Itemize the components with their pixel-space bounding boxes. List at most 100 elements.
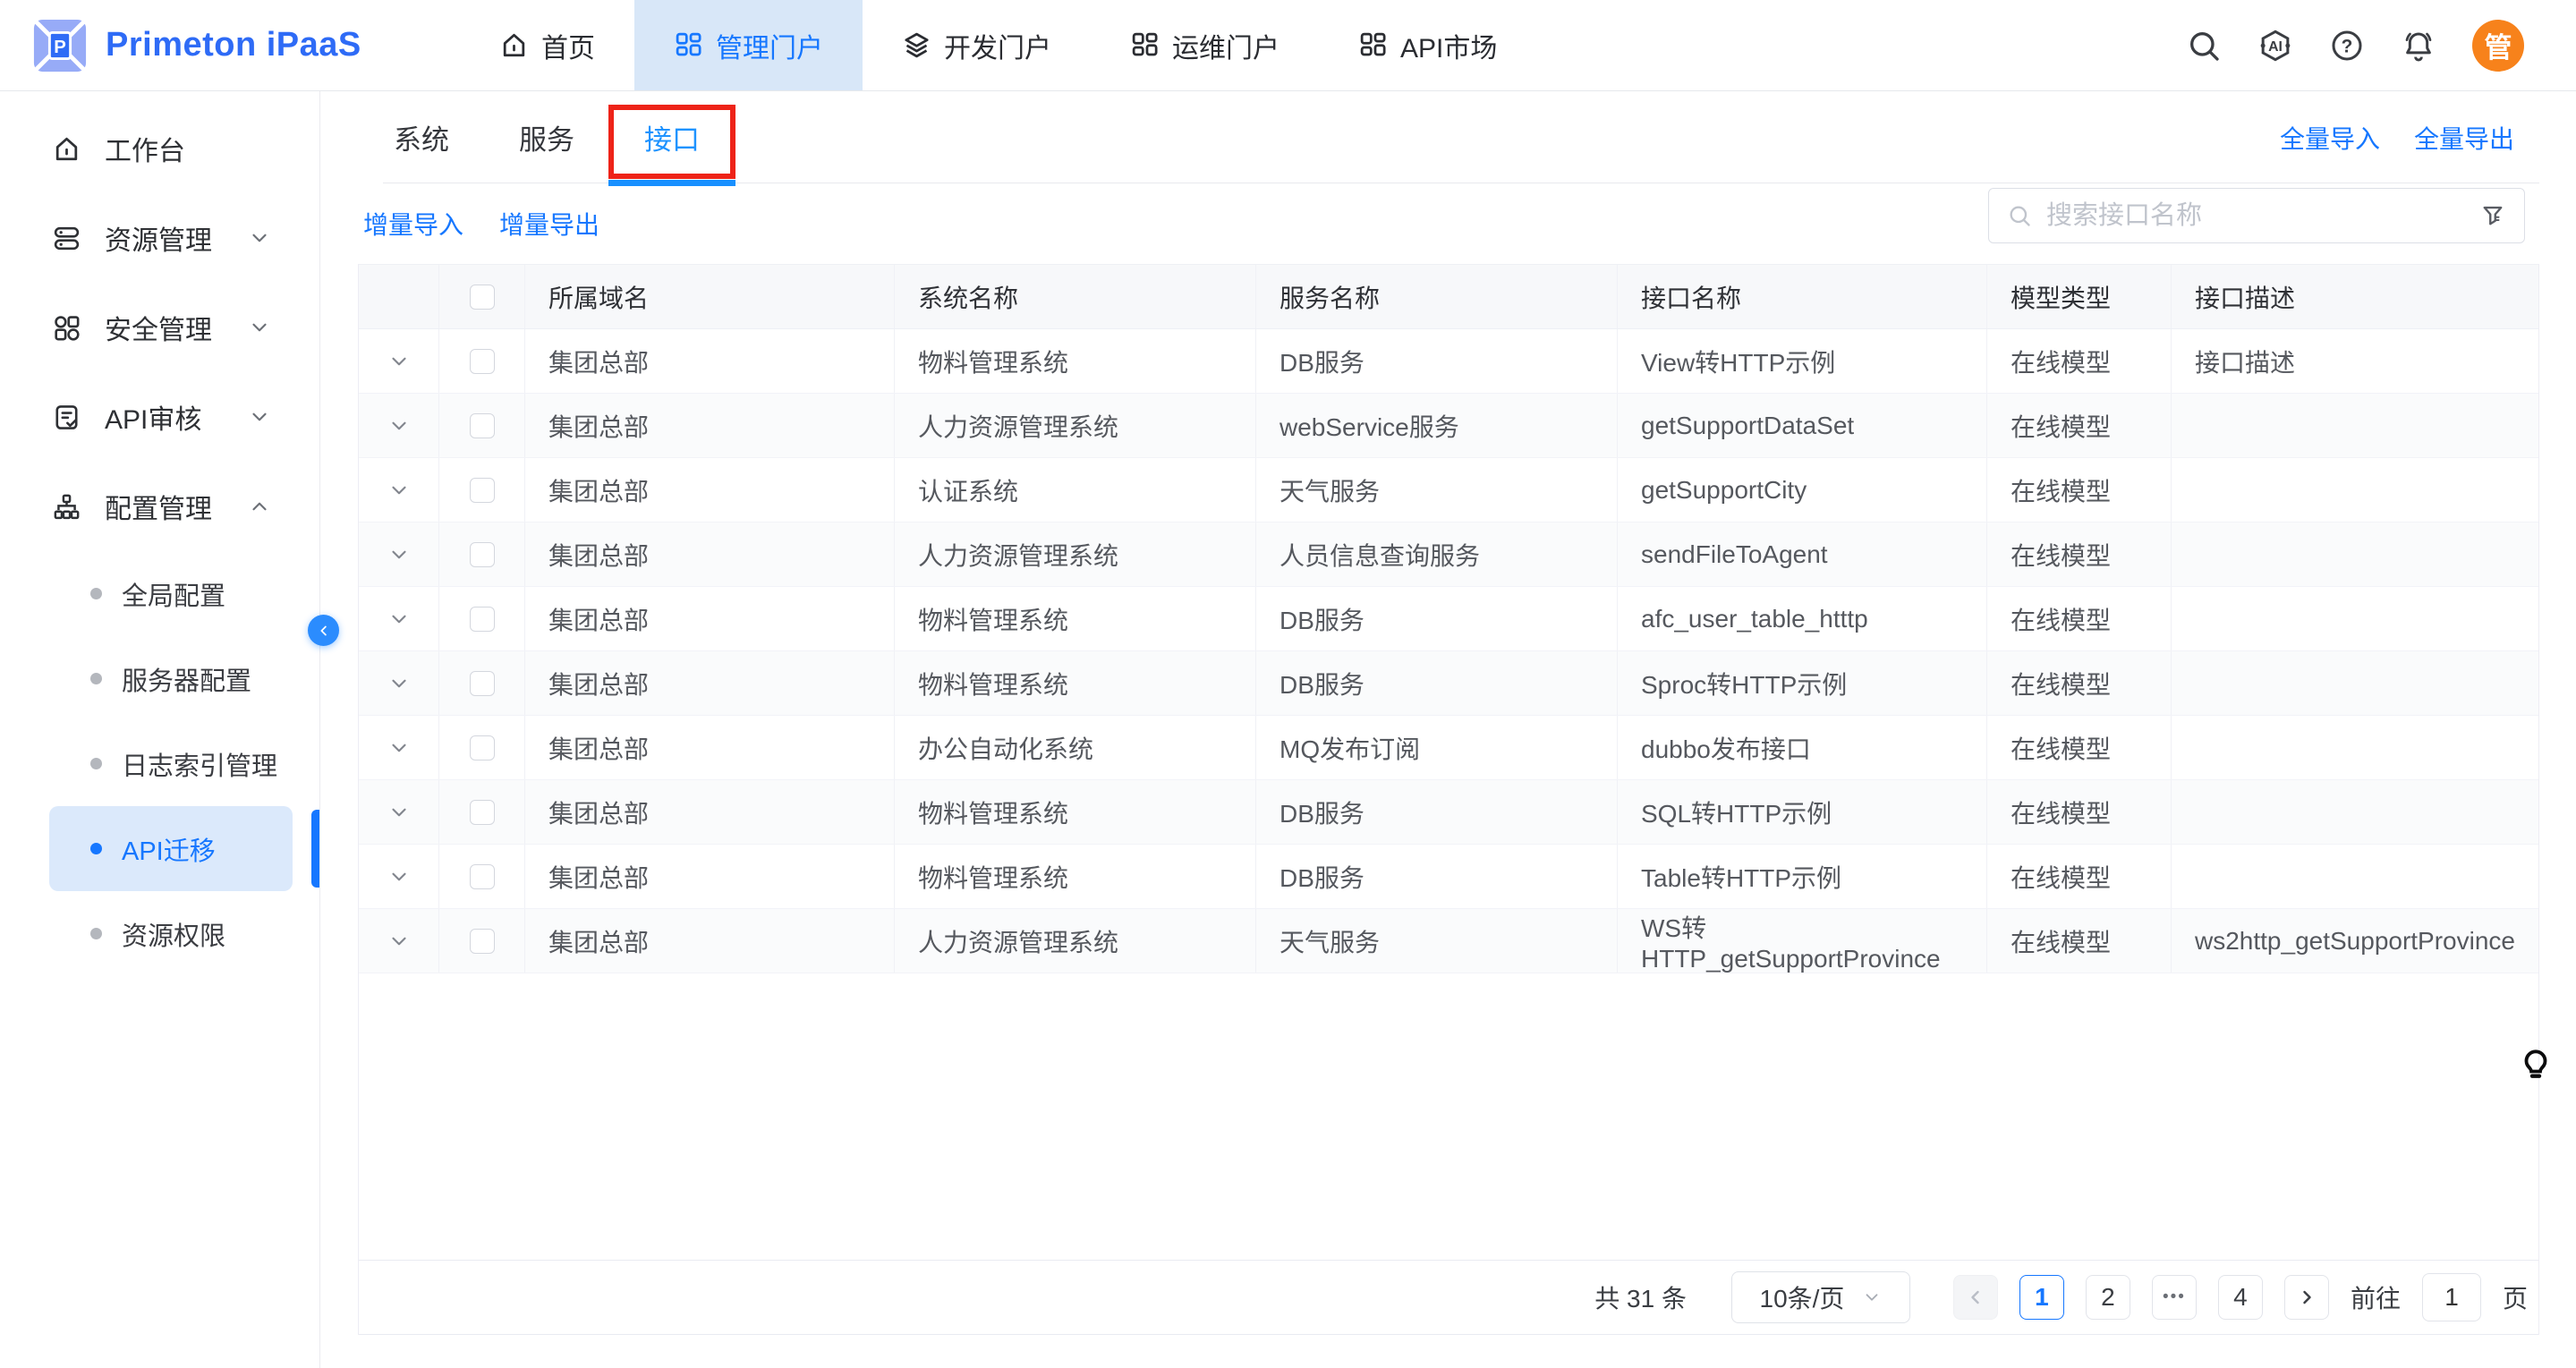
sidebar-subitem-api-migration[interactable]: API迁移 (49, 806, 293, 891)
row-checkbox[interactable] (470, 413, 495, 438)
row-checkbox-cell[interactable] (439, 780, 525, 844)
row-expand-cell[interactable] (359, 458, 439, 522)
nav-item-home[interactable]: 首页 (460, 0, 634, 90)
table-row[interactable]: 集团总部 物料管理系统 DB服务 Table转HTTP示例 在线模型 (359, 845, 2538, 909)
row-checkbox-cell[interactable] (439, 716, 525, 779)
next-page-button[interactable] (2284, 1275, 2329, 1320)
row-expand-cell[interactable] (359, 716, 439, 779)
chevron-down-icon (248, 316, 271, 339)
row-checkbox-cell[interactable] (439, 651, 525, 715)
page-size-select[interactable]: 10条/页 (1731, 1271, 1910, 1323)
chevron-down-icon (387, 543, 411, 566)
row-checkbox[interactable] (470, 800, 495, 825)
sidebar-item-resource-mgmt[interactable]: 资源管理 (0, 193, 319, 283)
table-row[interactable]: 集团总部 认证系统 天气服务 getSupportCity 在线模型 (359, 458, 2538, 523)
row-checkbox[interactable] (470, 478, 495, 503)
cell-service-name: DB服务 (1256, 651, 1618, 715)
sidebar-subitem-server-config[interactable]: 服务器配置 (49, 636, 293, 721)
row-checkbox[interactable] (470, 864, 495, 889)
tab-system[interactable]: 系统 (394, 91, 449, 183)
sidebar-item-label: 工作台 (105, 129, 185, 168)
full-import-link[interactable]: 全量导入 (2280, 120, 2380, 156)
row-expand-cell[interactable] (359, 394, 439, 457)
pagination-total: 共 31 条 (1594, 1279, 1687, 1315)
table-row[interactable]: 集团总部 办公自动化系统 MQ发布订阅 dubbo发布接口 在线模型 (359, 716, 2538, 780)
row-checkbox-cell[interactable] (439, 458, 525, 522)
row-checkbox[interactable] (470, 349, 495, 374)
row-checkbox-cell[interactable] (439, 394, 525, 457)
hint-lightbulb-icon[interactable] (2518, 1045, 2554, 1084)
help-icon[interactable] (2329, 28, 2365, 64)
page-button-1[interactable]: 1 (2019, 1275, 2064, 1320)
sidebar-item-workbench[interactable]: 工作台 (0, 104, 319, 193)
row-checkbox-cell[interactable] (439, 523, 525, 586)
row-expand-cell[interactable] (359, 587, 439, 650)
filter-funnel-icon[interactable] (2479, 202, 2506, 229)
page-button-4[interactable]: 4 (2218, 1275, 2263, 1320)
row-checkbox-cell[interactable] (439, 909, 525, 973)
nav-item-api-market[interactable]: API市场 (1319, 0, 1536, 90)
search-interface-input[interactable] (2046, 201, 2479, 231)
row-checkbox[interactable] (470, 929, 495, 954)
row-checkbox-cell[interactable] (439, 845, 525, 908)
sidebar-item-api-review[interactable]: API审核 (0, 372, 319, 462)
table-row[interactable]: 集团总部 物料管理系统 DB服务 afc_user_table_htttp 在线… (359, 587, 2538, 651)
selected-item-indicator (311, 810, 319, 888)
tab-interface[interactable]: 接口 (644, 91, 700, 183)
page-button-2[interactable]: 2 (2086, 1275, 2130, 1320)
sidebar-item-security-mgmt[interactable]: 安全管理 (0, 283, 319, 372)
goto-page-input[interactable] (2422, 1273, 2481, 1321)
table-row[interactable]: 集团总部 人力资源管理系统 天气服务 WS转HTTP_getSupportPro… (359, 909, 2538, 973)
select-all-checkbox[interactable] (470, 285, 495, 310)
row-checkbox-cell[interactable] (439, 587, 525, 650)
prev-page-button[interactable] (1953, 1275, 1998, 1320)
notification-bell-icon[interactable] (2401, 28, 2436, 64)
cell-model-type: 在线模型 (1987, 716, 2172, 779)
cell-interface-name: dubbo发布接口 (1618, 716, 1987, 779)
cell-interface-name: Sproc转HTTP示例 (1618, 651, 1987, 715)
cell-service-name: DB服务 (1256, 587, 1618, 650)
table-row[interactable]: 集团总部 人力资源管理系统 人员信息查询服务 sendFileToAgent 在… (359, 523, 2538, 587)
incremental-import-link[interactable]: 增量导入 (363, 206, 463, 242)
table-row[interactable]: 集团总部 物料管理系统 DB服务 View转HTTP示例 在线模型 接口描述 (359, 329, 2538, 394)
sidebar-collapse-button[interactable] (308, 615, 339, 646)
sidebar-subitem-resource-permission[interactable]: 资源权限 (49, 891, 293, 976)
sidebar-subitem-global-config[interactable]: 全局配置 (49, 551, 293, 636)
ai-assistant-icon[interactable] (2257, 28, 2293, 64)
row-checkbox[interactable] (470, 607, 495, 632)
nav-item-dev-portal[interactable]: 开发门户 (863, 0, 1091, 90)
toolbar: 增量导入 增量导出 (358, 183, 2539, 264)
user-avatar[interactable]: 管 (2472, 20, 2524, 72)
nav-item-admin-portal[interactable]: 管理门户 (634, 0, 863, 90)
table-row[interactable]: 集团总部 物料管理系统 DB服务 SQL转HTTP示例 在线模型 (359, 780, 2538, 845)
page-ellipsis-button[interactable]: ••• (2152, 1275, 2197, 1320)
row-expand-cell[interactable] (359, 780, 439, 844)
row-checkbox-cell[interactable] (439, 329, 525, 393)
cell-interface-name: WS转HTTP_getSupportProvince (1618, 909, 1987, 973)
row-checkbox[interactable] (470, 542, 495, 567)
table-row[interactable]: 集团总部 物料管理系统 DB服务 Sproc转HTTP示例 在线模型 (359, 651, 2538, 716)
full-export-link[interactable]: 全量导出 (2414, 120, 2514, 156)
tab-service[interactable]: 服务 (519, 91, 574, 183)
cell-system-name: 人力资源管理系统 (895, 909, 1256, 973)
sidebar-subitem-log-index-mgmt[interactable]: 日志索引管理 (49, 721, 293, 806)
row-checkbox[interactable] (470, 735, 495, 760)
cell-model-type: 在线模型 (1987, 587, 2172, 650)
row-expand-cell[interactable] (359, 329, 439, 393)
row-checkbox[interactable] (470, 671, 495, 696)
sidebar-item-config-mgmt[interactable]: 配置管理 (0, 462, 319, 551)
sidebar-item-label: API审核 (105, 397, 201, 437)
row-expand-cell[interactable] (359, 845, 439, 908)
bullet-dot-icon (90, 758, 102, 769)
nav-item-ops-portal[interactable]: 运维门户 (1091, 0, 1319, 90)
row-expand-cell[interactable] (359, 651, 439, 715)
cell-interface-name: Table转HTTP示例 (1618, 845, 1987, 908)
sidebar-subitem-label: 资源权限 (122, 915, 225, 953)
search-icon[interactable] (2186, 28, 2222, 64)
row-expand-cell[interactable] (359, 909, 439, 973)
row-expand-cell[interactable] (359, 523, 439, 586)
table-row[interactable]: 集团总部 人力资源管理系统 webService服务 getSupportDat… (359, 394, 2538, 458)
chevron-down-icon (248, 226, 271, 250)
chevron-up-icon (248, 495, 271, 518)
incremental-export-link[interactable]: 增量导出 (499, 206, 599, 242)
